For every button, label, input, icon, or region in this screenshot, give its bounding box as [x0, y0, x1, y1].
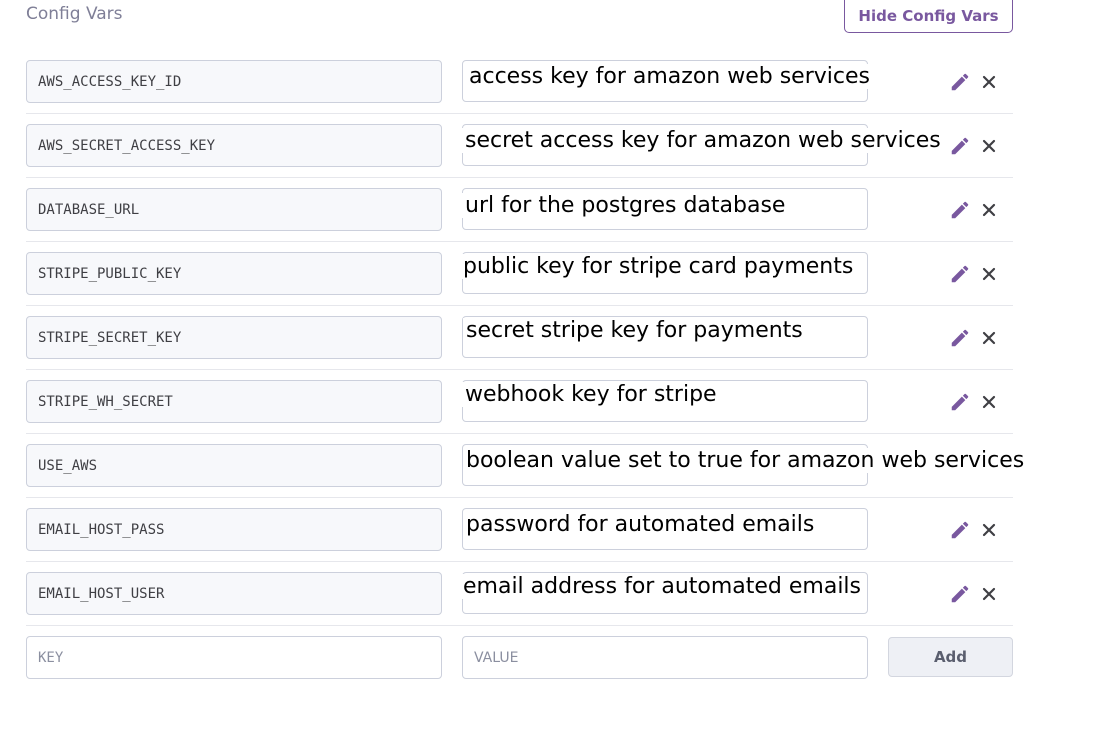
- config-var-value-text: boolean value set to true for amazon web…: [463, 448, 1028, 473]
- edit-button[interactable]: [946, 260, 974, 288]
- config-var-key[interactable]: AWS_ACCESS_KEY_ID: [26, 60, 442, 103]
- config-vars-list: AWS_ACCESS_KEY_ID access key for amazon …: [26, 50, 1028, 690]
- config-var-row: STRIPE_WH_SECRET webhook key for stripe: [26, 370, 1013, 434]
- delete-button[interactable]: [976, 68, 1002, 96]
- config-var-row: DATABASE_URL url for the postgres databa…: [26, 178, 1013, 242]
- close-icon: [982, 203, 996, 217]
- pencil-icon: [951, 329, 969, 347]
- delete-button[interactable]: [976, 196, 1002, 224]
- pencil-icon: [951, 521, 969, 539]
- pencil-icon: [951, 265, 969, 283]
- pencil-icon: [951, 585, 969, 603]
- close-icon: [982, 267, 996, 281]
- close-icon: [982, 75, 996, 89]
- config-var-row: STRIPE_PUBLIC_KEY public key for stripe …: [26, 242, 1013, 306]
- config-var-value-text: webhook key for stripe: [462, 382, 720, 407]
- hide-config-vars-button[interactable]: Hide Config Vars: [844, 0, 1013, 33]
- new-key-input[interactable]: [26, 636, 442, 679]
- config-var-value-text: secret access key for amazon web service…: [462, 128, 944, 153]
- edit-button[interactable]: [946, 68, 974, 96]
- close-icon: [982, 523, 996, 537]
- delete-button[interactable]: [976, 388, 1002, 416]
- config-var-value-text: email address for automated emails: [460, 574, 865, 599]
- edit-button[interactable]: [946, 516, 974, 544]
- config-var-value-text: url for the postgres database: [462, 193, 789, 218]
- config-var-value-text: access key for amazon web services: [466, 64, 873, 89]
- page-title: Config Vars: [26, 4, 123, 24]
- close-icon: [982, 587, 996, 601]
- delete-button[interactable]: [976, 324, 1002, 352]
- config-var-key[interactable]: EMAIL_HOST_USER: [26, 572, 442, 615]
- edit-button[interactable]: [946, 196, 974, 224]
- close-icon: [982, 395, 996, 409]
- config-var-key[interactable]: USE_AWS: [26, 444, 442, 487]
- config-var-row: EMAIL_HOST_PASS password for automated e…: [26, 498, 1013, 562]
- pencil-icon: [951, 73, 969, 91]
- close-icon: [982, 331, 996, 345]
- config-var-key[interactable]: STRIPE_SECRET_KEY: [26, 316, 442, 359]
- config-var-value-text: secret stripe key for payments: [463, 318, 806, 343]
- edit-button[interactable]: [946, 132, 974, 160]
- config-var-key[interactable]: EMAIL_HOST_PASS: [26, 508, 442, 551]
- config-var-key[interactable]: STRIPE_WH_SECRET: [26, 380, 442, 423]
- edit-button[interactable]: [946, 388, 974, 416]
- delete-button[interactable]: [976, 260, 1002, 288]
- pencil-icon: [951, 393, 969, 411]
- new-config-var-row: Add: [26, 626, 1013, 690]
- config-var-row: STRIPE_SECRET_KEY secret stripe key for …: [26, 306, 1013, 370]
- delete-button[interactable]: [976, 516, 1002, 544]
- config-var-key[interactable]: AWS_SECRET_ACCESS_KEY: [26, 124, 442, 167]
- pencil-icon: [951, 137, 969, 155]
- delete-button[interactable]: [976, 132, 1002, 160]
- edit-button[interactable]: [946, 580, 974, 608]
- edit-button[interactable]: [946, 324, 974, 352]
- pencil-icon: [951, 201, 969, 219]
- new-value-input[interactable]: [462, 636, 868, 679]
- config-var-value-text: public key for stripe card payments: [460, 254, 857, 279]
- config-var-value-text: password for automated emails: [463, 512, 818, 537]
- config-var-key[interactable]: DATABASE_URL: [26, 188, 442, 231]
- config-var-row: EMAIL_HOST_USER email address for automa…: [26, 562, 1013, 626]
- config-var-row: AWS_ACCESS_KEY_ID access key for amazon …: [26, 50, 1013, 114]
- delete-button[interactable]: [976, 580, 1002, 608]
- close-icon: [982, 139, 996, 153]
- add-button[interactable]: Add: [888, 637, 1013, 677]
- config-var-row: USE_AWS boolean value set to true for am…: [26, 434, 1028, 498]
- config-var-row: AWS_SECRET_ACCESS_KEY secret access key …: [26, 114, 1013, 178]
- config-var-key[interactable]: STRIPE_PUBLIC_KEY: [26, 252, 442, 295]
